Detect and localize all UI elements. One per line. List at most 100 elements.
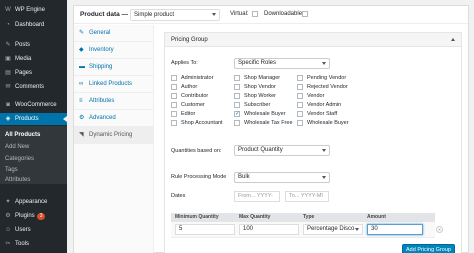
collapse-icon[interactable] <box>451 38 455 41</box>
menu-plugins[interactable]: ⚙ Plugins 3 <box>0 210 67 222</box>
role-label: Customer <box>181 102 205 108</box>
product-type-value: Simple product <box>134 12 175 18</box>
plugins-label: Plugins <box>15 213 35 219</box>
menu-comments[interactable]: ✉ Comments <box>0 81 67 93</box>
menu-appearance[interactable]: ✦ Appearance <box>0 196 67 208</box>
menu-posts[interactable]: ✎ Posts <box>0 39 67 51</box>
applies-to-value: Specific Roles <box>238 60 277 66</box>
tab-dynamic-pricing[interactable]: ◥ Dynamic Pricing <box>74 127 154 144</box>
role-checkbox[interactable] <box>171 84 177 90</box>
role-label: Vendor Staff <box>307 111 338 117</box>
col-min-qty: Minimum Quantity <box>175 214 219 220</box>
role-checkbox[interactable] <box>234 120 240 126</box>
virtual-checkbox[interactable] <box>252 11 258 17</box>
role-label: Contributor <box>181 93 209 99</box>
min-quantity-input[interactable]: 5 <box>175 224 235 235</box>
role-checkbox[interactable] <box>171 102 177 108</box>
role-checkbox[interactable] <box>297 75 303 81</box>
quantities-select[interactable]: Product Quantity <box>234 145 330 156</box>
role-checkbox[interactable] <box>234 93 240 99</box>
add-pricing-group-button[interactable]: Add Pricing Group <box>402 244 455 253</box>
menu-products[interactable]: ◈ Products <box>0 113 67 125</box>
role-checkbox[interactable] <box>234 102 240 108</box>
role-checkbox[interactable] <box>297 84 303 90</box>
list-icon: ≡ <box>79 98 83 104</box>
pages-icon: ▤ <box>5 70 11 76</box>
submenu-attributes[interactable]: Attributes <box>5 175 30 185</box>
role-checkbox[interactable] <box>297 120 303 126</box>
tab-attributes[interactable]: ≡ Attributes <box>74 93 154 110</box>
role-checkbox[interactable] <box>297 102 303 108</box>
menu-pages[interactable]: ▤ Pages <box>0 67 67 79</box>
role-checkbox[interactable] <box>234 84 240 90</box>
role-checkbox[interactable] <box>171 93 177 99</box>
product-data-box: Product data — Simple product Virtual: D… <box>73 5 469 253</box>
rule-mode-select[interactable]: Bulk <box>234 172 330 183</box>
link-icon: ∞ <box>79 81 84 87</box>
date-to-input[interactable]: To... YYYY-MI <box>285 191 329 202</box>
role-label: Subscriber <box>244 102 271 108</box>
tab-general[interactable]: ✎ General <box>74 25 154 42</box>
users-icon: ☺ <box>5 227 12 233</box>
submenu-all-products[interactable]: All Products <box>5 130 40 140</box>
downloadable-label: Downloadable: <box>264 11 304 17</box>
submenu-tags[interactable]: Tags <box>5 165 18 175</box>
submenu-add-new[interactable]: Add New <box>5 142 29 152</box>
applies-to-select[interactable]: Specific Roles <box>234 58 330 69</box>
dates-label: Dates <box>171 193 186 199</box>
role-checkbox[interactable] <box>297 93 303 99</box>
update-count-badge: 3 <box>36 213 46 220</box>
role-checkbox[interactable] <box>234 75 240 81</box>
role-checkbox[interactable] <box>297 111 303 117</box>
role-checkbox[interactable] <box>171 111 177 117</box>
role-checkbox-checked[interactable] <box>234 110 240 117</box>
menu-tools[interactable]: ✂ Tools <box>0 238 67 250</box>
truck-icon: ▬ <box>79 64 85 70</box>
menu-users[interactable]: ☺ Users <box>0 224 67 236</box>
tab-inventory[interactable]: ◆ Inventory <box>74 42 154 59</box>
type-select[interactable]: Percentage Disco <box>303 224 363 235</box>
submenu-categories[interactable]: Categories <box>5 154 34 164</box>
menu-wp-engine[interactable]: W WP Engine <box>0 4 67 16</box>
tab-shipping[interactable]: ▬ Shipping <box>74 59 154 76</box>
tab-label: General <box>89 30 111 36</box>
wrench-icon: ✎ <box>79 30 85 36</box>
appearance-icon: ✦ <box>5 199 11 205</box>
tools-icon: ✂ <box>5 241 11 247</box>
menu-media[interactable]: ▣ Media <box>0 53 67 65</box>
remove-row-icon[interactable]: ✕ <box>436 226 443 233</box>
quantities-label: Quantities based on: <box>171 148 222 154</box>
menu-label: Plugins 3 <box>15 210 46 222</box>
date-from-input[interactable]: From... YYYY- <box>234 191 280 202</box>
tab-advanced[interactable]: ⚙ Advanced <box>74 110 154 127</box>
menu-woocommerce[interactable]: ◙ WooCommerce <box>0 99 67 111</box>
product-type-select[interactable]: Simple product <box>130 9 220 21</box>
menu-dashboard[interactable]: ◔ Dashboard <box>0 19 67 31</box>
tab-label: Linked Products <box>89 81 133 87</box>
tab-label: Attributes <box>89 98 115 104</box>
menu-label: Pages <box>15 70 33 76</box>
tab-linked-products[interactable]: ∞ Linked Products <box>74 76 154 93</box>
max-quantity-input[interactable]: 100 <box>239 224 299 235</box>
role-label: Wholesale Tax Free <box>244 120 293 126</box>
downloadable-checkbox[interactable] <box>302 11 308 17</box>
role-label: Wholesale Buyer <box>244 111 286 117</box>
menu-label: Products <box>15 116 39 122</box>
product-data-title: Product data — <box>80 11 129 18</box>
role-label: Pending Vendor <box>307 75 347 81</box>
role-checkbox[interactable] <box>171 120 177 126</box>
amount-input[interactable]: 30 <box>367 224 423 235</box>
role-label: Vendor <box>307 93 325 99</box>
chevron-down-icon <box>322 149 326 152</box>
role-checkbox[interactable] <box>171 75 177 81</box>
gear-icon: ⚙ <box>79 115 85 121</box>
pricing-group-header[interactable]: Pricing Group <box>165 33 461 47</box>
applies-to-label: Applies To: <box>171 60 198 66</box>
menu-label: Comments <box>15 84 45 90</box>
tag-icon: ◥ <box>79 132 84 138</box>
pricing-rules-table-header: Minimum Quantity Max Quantity Type Amoun… <box>171 213 435 222</box>
role-label: Rejected Vendor <box>307 84 348 90</box>
pricing-group-title: Pricing Group <box>171 37 208 43</box>
pricing-group-panel: Pricing Group Applies To: Specific Roles… <box>164 32 462 253</box>
role-label: Author <box>181 84 198 90</box>
